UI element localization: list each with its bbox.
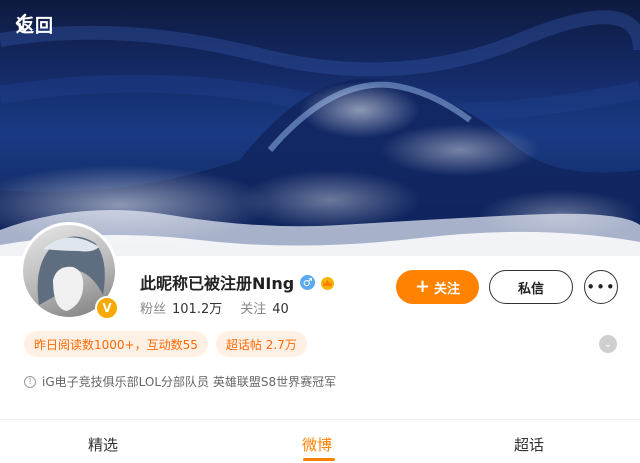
bio: ! iG电子竞技俱乐部LOL分部队员 英雄联盟S8世界赛冠军: [24, 373, 336, 390]
fans-label: 粉丝: [140, 302, 167, 317]
info-icon: !: [24, 375, 36, 388]
follow-button[interactable]: + 关注: [396, 270, 479, 304]
following-label: 关注: [240, 302, 267, 317]
bio-text: iG电子竞技俱乐部LOL分部队员 英雄联盟S8世界赛冠军: [42, 375, 337, 389]
back-button[interactable]: 返回: [12, 12, 54, 38]
tab-weibo[interactable]: 微博: [302, 434, 332, 455]
crown-icon: [321, 276, 335, 290]
divider: [0, 419, 640, 420]
more-button[interactable]: •••: [584, 270, 618, 304]
tag-reads[interactable]: 昨日阅读数1000+，互动数55: [24, 331, 208, 357]
tag-super-topic[interactable]: 超话帖 2.7万: [215, 331, 307, 357]
name-row: 此昵称已被注册NIng ♂: [140, 270, 336, 294]
male-icon: ♂: [300, 274, 316, 290]
profile-name: 此昵称已被注册NIng: [140, 274, 295, 293]
more-icon: •••: [586, 278, 616, 296]
following-count: 40: [272, 302, 289, 317]
following-stat[interactable]: 关注 40: [240, 298, 289, 317]
message-button[interactable]: 私信: [489, 270, 573, 304]
active-tab-indicator: [303, 458, 335, 461]
tab-featured[interactable]: 精选: [88, 434, 118, 455]
plus-icon: +: [414, 276, 431, 297]
chevron-left-icon: [15, 13, 27, 33]
follow-label: 关注: [434, 281, 461, 297]
cover-image: 返回: [0, 0, 640, 256]
fans-count: 101.2万: [172, 302, 223, 317]
message-label: 私信: [517, 281, 544, 297]
ocean-wave-picture: [0, 10, 640, 256]
verified-badge-icon: V: [95, 296, 119, 320]
chevron-down-icon[interactable]: ⌄: [599, 335, 617, 353]
fans-stat[interactable]: 粉丝 101.2万: [140, 298, 222, 317]
profile-stats: 粉丝 101.2万 关注 40: [140, 298, 289, 317]
tab-super-topic[interactable]: 超话: [514, 434, 544, 455]
tag-row: 昨日阅读数1000+，互动数55 超话帖 2.7万: [24, 331, 315, 357]
